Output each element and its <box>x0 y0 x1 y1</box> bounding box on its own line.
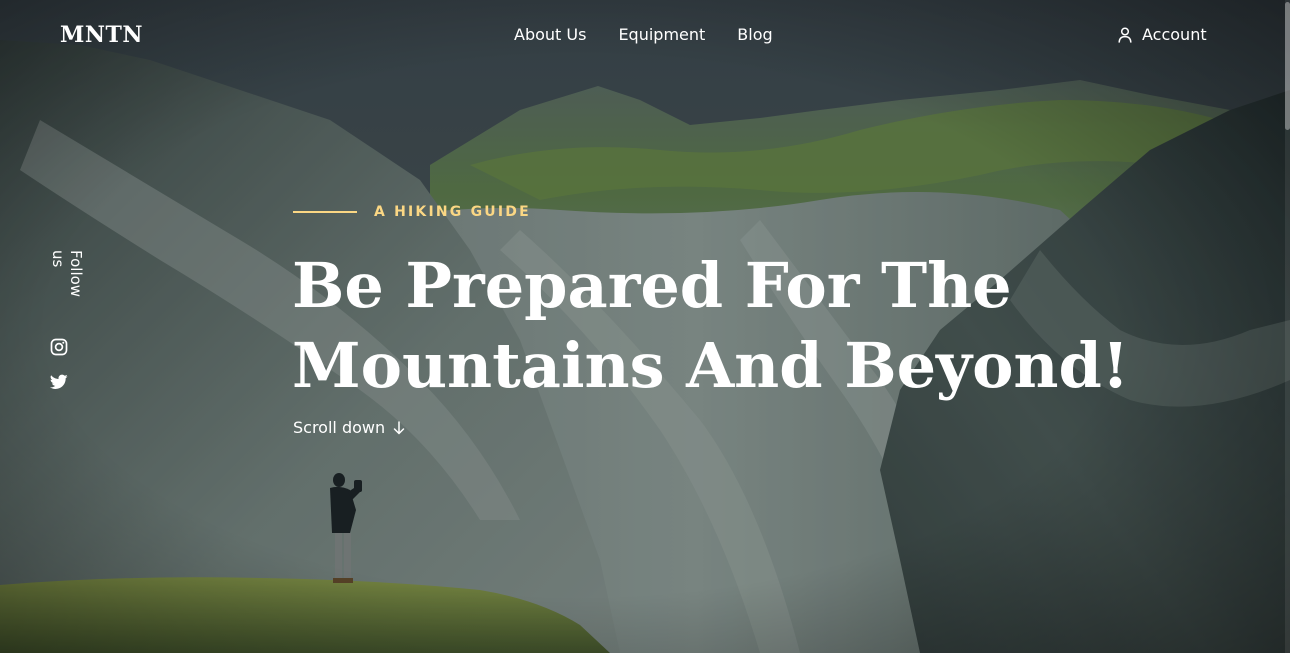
eyebrow-divider <box>293 211 357 213</box>
account-label: Account <box>1142 25 1207 44</box>
hero-title-line-1: Be Prepared For The <box>292 249 1012 322</box>
twitter-icon[interactable] <box>50 374 68 392</box>
nav-item-equipment[interactable]: Equipment <box>618 25 705 44</box>
hero-title: Be Prepared For The Mountains And Beyond… <box>292 246 1130 406</box>
hero-title-line-2: Mountains And Beyond! <box>292 329 1130 402</box>
nav-item-blog[interactable]: Blog <box>737 25 772 44</box>
follow-us-label: Follow us <box>49 250 85 298</box>
scroll-down-label: Scroll down <box>293 418 386 437</box>
scrollbar-thumb[interactable] <box>1285 2 1290 130</box>
hero-eyebrow: A HIKING GUIDE <box>293 204 531 220</box>
user-icon <box>1118 26 1132 43</box>
main-nav: About Us Equipment Blog <box>514 25 773 44</box>
scroll-down-link[interactable]: Scroll down <box>293 418 405 437</box>
instagram-icon[interactable] <box>50 338 68 356</box>
page-scrollbar[interactable] <box>1285 0 1290 653</box>
nav-item-about-us[interactable]: About Us <box>514 25 586 44</box>
eyebrow-text: A HIKING GUIDE <box>374 204 531 220</box>
arrow-down-icon <box>393 420 405 435</box>
site-logo[interactable]: MNTN <box>60 22 143 48</box>
account-link[interactable]: Account <box>1118 25 1207 44</box>
landing-page: MNTN About Us Equipment Blog Account Fol… <box>0 0 1290 653</box>
